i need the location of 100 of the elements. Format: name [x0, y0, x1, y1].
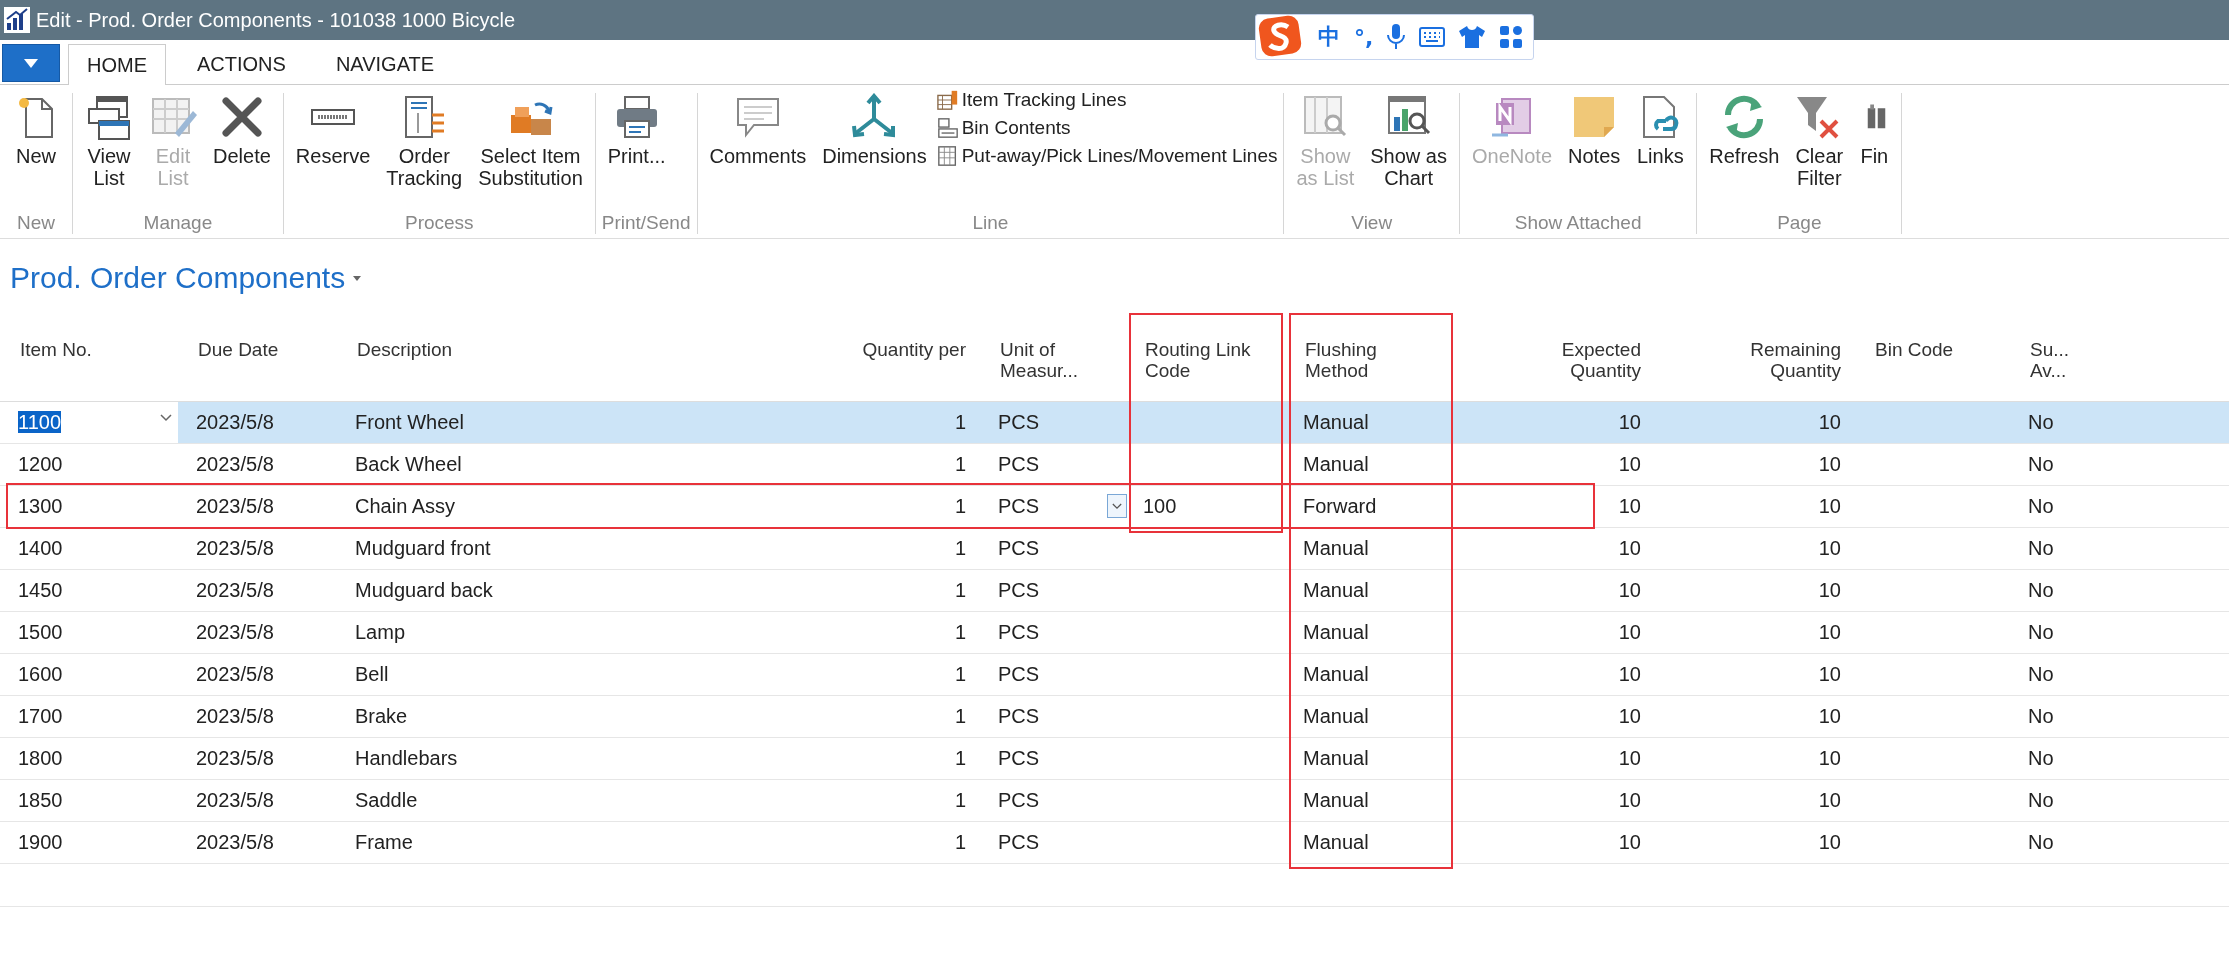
table-cell: 1900: [18, 831, 63, 853]
ribbon-button[interactable]: Select Item Substitution: [472, 93, 589, 189]
table-cell: 10: [1818, 495, 1841, 517]
table-cell: No: [2028, 831, 2054, 853]
table-cell: PCS: [998, 663, 1040, 685]
table-cell: 10: [1818, 621, 1841, 643]
table-cell: 1200: [18, 453, 63, 475]
table-cell: Manual: [1303, 411, 1369, 433]
table-cell: Handlebars: [355, 747, 458, 769]
table-cell: 2023/5/8: [196, 579, 274, 601]
column-header[interactable]: Remaining Quantity: [1655, 329, 1855, 401]
table-cell: No: [2028, 537, 2054, 559]
table-cell: PCS: [998, 789, 1040, 811]
table-cell: 10: [1618, 663, 1641, 685]
ribbon-button[interactable]: View List: [79, 93, 139, 189]
table-cell: 10: [1618, 747, 1641, 769]
table-cell: No: [2028, 747, 2054, 769]
table-cell: Manual: [1303, 537, 1369, 559]
ribbon-button[interactable]: Reserve: [289, 93, 377, 167]
ribbon-button[interactable]: Bin Contents: [936, 115, 1278, 141]
column-header[interactable]: Bin Code: [1855, 329, 2010, 401]
column-header[interactable]: Item No.: [0, 329, 178, 401]
input-mode-toggle[interactable]: 中: [1318, 22, 1340, 52]
table-cell: Lamp: [355, 621, 406, 643]
page-title: Prod. Order Components: [10, 261, 346, 295]
table-cell: 1: [954, 495, 966, 517]
ribbon-button[interactable]: Links: [1630, 93, 1691, 167]
table-cell: PCS: [998, 831, 1040, 853]
ribbon-button[interactable]: Delete: [207, 93, 277, 167]
table-cell: 1: [954, 621, 966, 643]
ribbon-button[interactable]: Print...: [601, 93, 672, 167]
table-cell: Manual: [1303, 663, 1369, 685]
table-cell: Manual: [1303, 621, 1369, 643]
table-cell: 2023/5/8: [196, 663, 274, 685]
table-cell: 1: [954, 831, 966, 853]
ribbon-button[interactable]: Put-away/Pick Lines/Movement Lines: [936, 143, 1278, 169]
group-label: Show Attached: [1513, 211, 1643, 234]
table-cell: 1: [954, 453, 966, 475]
table-cell: Manual: [1303, 789, 1369, 811]
apps-icon[interactable]: [1499, 25, 1524, 49]
table-cell: 1850: [18, 789, 63, 811]
table-cell: Manual: [1303, 453, 1369, 475]
ribbon-button[interactable]: Fin: [1853, 93, 1896, 167]
table-cell: 10: [1618, 705, 1641, 727]
column-header[interactable]: Description: [337, 329, 830, 401]
table-cell: 1: [954, 663, 966, 685]
table-cell: 10: [1618, 537, 1641, 559]
punctuation-toggle[interactable]: °,: [1354, 24, 1374, 50]
shirt-icon[interactable]: [1459, 26, 1486, 48]
column-header[interactable]: Su... Av...: [2010, 329, 2229, 401]
table-cell: 10: [1618, 789, 1641, 811]
table-cell: 1600: [18, 663, 63, 685]
ribbon-button[interactable]: Comments: [703, 93, 813, 167]
table-cell: Manual: [1303, 705, 1369, 727]
caret-icon[interactable]: [353, 275, 362, 281]
microphone-icon[interactable]: [1387, 24, 1406, 50]
table-cell: 10: [1818, 831, 1841, 853]
table-cell: 10: [1618, 621, 1641, 643]
ribbon-button[interactable]: Notes: [1562, 93, 1627, 167]
ribbon-tab[interactable]: HOME: [68, 44, 166, 85]
table-cell: 1: [954, 411, 966, 433]
table-cell: 1450: [18, 579, 63, 601]
table-cell: 10: [1618, 411, 1641, 433]
windows-icon: [85, 93, 133, 141]
ribbon-button[interactable]: Dimensions: [816, 93, 933, 167]
table-cell: 10: [1818, 453, 1841, 475]
ribbon-button[interactable]: Order Tracking: [380, 93, 469, 189]
box-stack-icon: [936, 117, 959, 139]
column-header[interactable]: Expected Quantity: [1455, 329, 1655, 401]
table-cell: Frame: [355, 831, 413, 853]
table-cell: 10: [1818, 411, 1841, 433]
grid-document-icon: [936, 145, 959, 167]
table-cell: PCS: [998, 495, 1040, 517]
group-label: Print/Send: [601, 211, 691, 234]
table-cell: 2023/5/8: [196, 621, 274, 643]
table-cell: Mudguard front: [355, 537, 491, 559]
table-cell: 1400: [18, 537, 63, 559]
table-cell: 1500: [18, 621, 63, 643]
table-cell: 1: [954, 537, 966, 559]
column-header[interactable]: Flushing Method: [1285, 329, 1455, 401]
table-cell: 2023/5/8: [196, 831, 274, 853]
group-label: View: [1350, 211, 1394, 234]
dropdown-button[interactable]: [1107, 494, 1127, 518]
table-cell: 100: [1143, 495, 1177, 517]
table-cell: 10: [1618, 831, 1641, 853]
column-header[interactable]: Quantity per: [830, 329, 980, 401]
table-cell: 10: [1818, 705, 1841, 727]
table-cell: 10: [1818, 537, 1841, 559]
ribbon-button[interactable]: Clear Filter: [1789, 93, 1850, 189]
column-header[interactable]: Routing Link Code: [1125, 329, 1285, 401]
ribbon-button[interactable]: Item Tracking Lines: [936, 87, 1278, 113]
ribbon-button[interactable]: New: [6, 93, 66, 167]
keyboard-icon[interactable]: [1419, 27, 1446, 47]
column-header[interactable]: Unit of Measur...: [980, 329, 1125, 401]
ribbon-button[interactable]: Show as Chart: [1364, 93, 1453, 189]
ribbon-button[interactable]: Refresh: [1703, 93, 1786, 167]
chevron-down-icon: [1112, 502, 1122, 510]
chevron-down-icon[interactable]: [160, 414, 172, 422]
column-header[interactable]: Due Date: [178, 329, 337, 401]
app-menu-button[interactable]: [2, 44, 60, 82]
